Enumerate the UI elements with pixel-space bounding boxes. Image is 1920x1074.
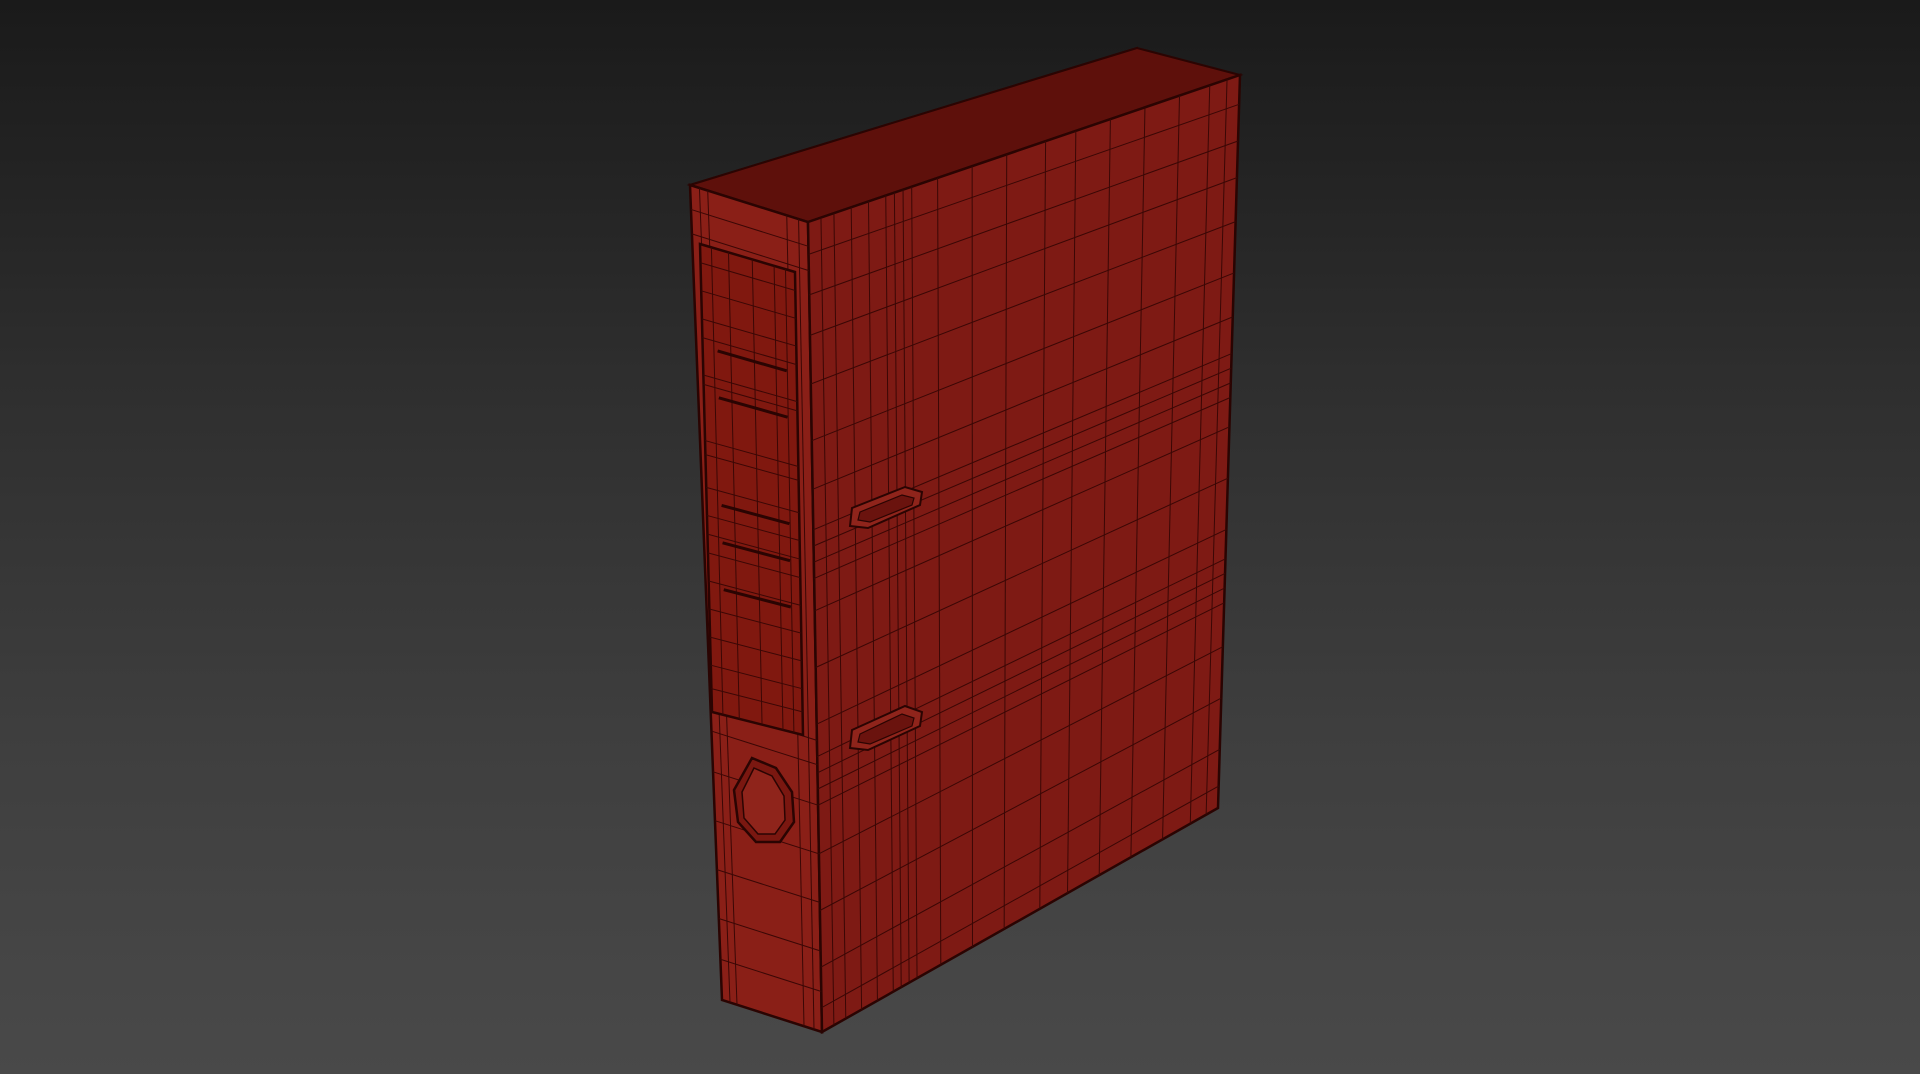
3d-viewport[interactable] — [0, 0, 1920, 1074]
binder-model-wireframe[interactable] — [0, 0, 1920, 1074]
